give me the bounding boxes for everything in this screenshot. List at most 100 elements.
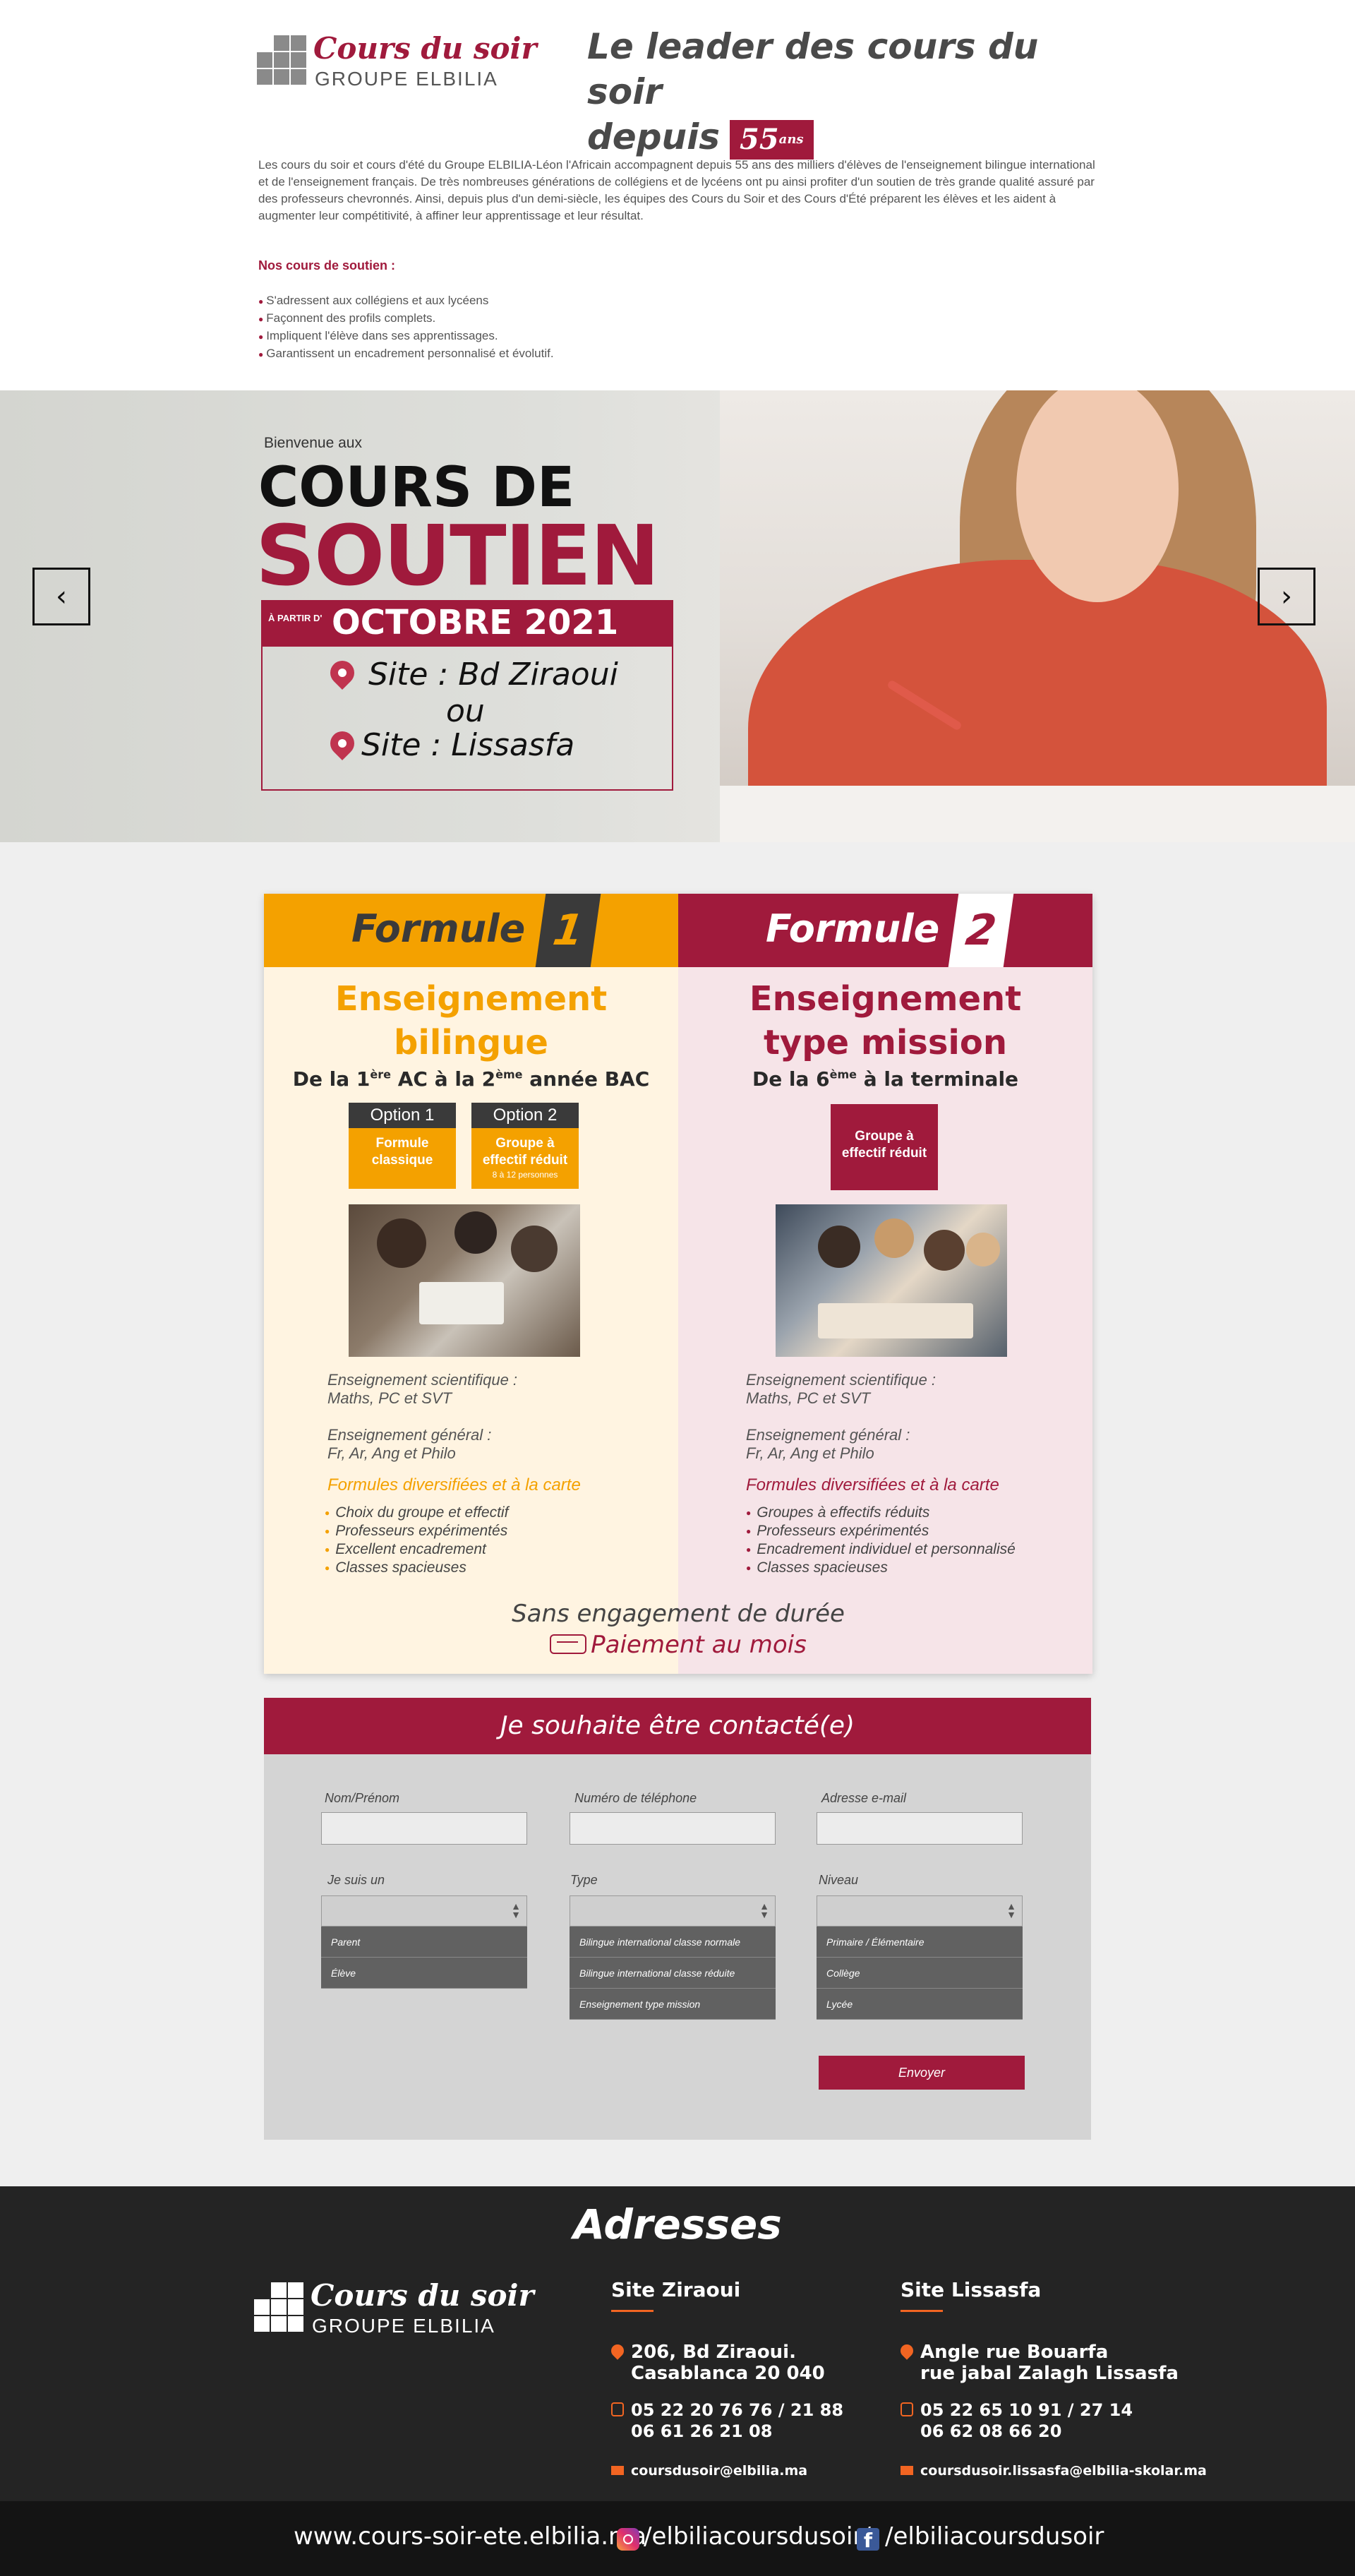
option-1-body-line: classique [371, 1153, 433, 1168]
contact-form-title: Je souhaite être contacté(e) [264, 1698, 1091, 1754]
name-input[interactable] [321, 1812, 527, 1845]
footer-bar: www.cours-soir-ete.elbilia.ma /elbiliaco… [0, 2501, 1355, 2576]
slider-prev-button[interactable]: ‹ [32, 568, 90, 625]
address-line: 206, Bd Ziraoui. [631, 2342, 796, 2363]
level-option-lycee[interactable]: Lycée [817, 1989, 1023, 2020]
option-1-card[interactable]: Option 1 Formule classique [349, 1103, 456, 1189]
site-ziraoui-phone[interactable]: 05 22 20 76 76 / 21 88 06 61 26 21 08 [611, 2400, 843, 2442]
sci-subjects: Maths, PC et SVT [327, 1389, 452, 1407]
formule-2-header: Formule 2 [678, 894, 1092, 967]
instagram-link[interactable]: /elbiliacoursdusoir/ [644, 2522, 871, 2551]
option-2-body-line: effectif réduit [482, 1153, 568, 1168]
email-input[interactable] [817, 1812, 1023, 1845]
site-lissasfa-phone[interactable]: 05 22 65 10 91 / 27 14 06 62 08 66 20 [901, 2400, 1133, 2442]
phone-input[interactable] [570, 1812, 776, 1845]
payment-label: Paiement au mois [591, 1631, 807, 1659]
role-select[interactable]: ▲ ▼ [321, 1895, 527, 1927]
levels-part: année BAC [522, 1067, 650, 1091]
website-link[interactable]: www.cours-soir-ete.elbilia.ma [294, 2522, 646, 2551]
option-1-body-line: Formule [375, 1136, 429, 1151]
phone-line: 05 22 65 10 91 / 27 14 [920, 2400, 1133, 2420]
level-option-college[interactable]: Collège [817, 1958, 1023, 1989]
years-badge: 55ans [730, 119, 814, 160]
site-divider [611, 2310, 654, 2312]
logo-subtitle: GROUPE ELBILIA [312, 2315, 495, 2337]
list-item: Garantissent un encadrement personnalisé… [258, 345, 553, 363]
hero-site-2: Site : Lissasfa [361, 727, 575, 763]
level-option-primaire[interactable]: Primaire / Élémentaire [817, 1927, 1023, 1958]
email-text: coursdusoir@elbilia.ma [631, 2463, 808, 2479]
option-2-label: Option 2 [471, 1103, 579, 1128]
intro-list-title: Nos cours de soutien : [258, 258, 396, 272]
levels-sup: ème [495, 1067, 523, 1082]
site-ziraoui-email[interactable]: coursdusoir@elbilia.ma [611, 2463, 807, 2479]
role-option-eleve[interactable]: Élève [321, 1958, 527, 1989]
type-option-mission[interactable]: Enseignement type mission [570, 1989, 776, 2020]
formule-2-title: Enseignement type mission [678, 977, 1092, 1065]
slider-next-button[interactable]: › [1258, 568, 1315, 625]
footer-logo[interactable]: Cours du soir GROUPE ELBILIA [253, 2278, 534, 2343]
address-line: Angle rue Bouarfa [920, 2342, 1109, 2363]
site-logo[interactable]: Cours du soir GROUPE ELBILIA [255, 31, 537, 96]
formule-1-column: Formule 1 Enseignement bilingue De la 1è… [264, 894, 678, 1674]
select-caret-icon: ▲ ▼ [1006, 1900, 1016, 1920]
type-option-normale[interactable]: Bilingue international classe normale [570, 1927, 776, 1958]
site-lissasfa-address: Angle rue Bouarfa rue jabal Zalagh Lissa… [898, 2342, 1179, 2384]
logo-subtitle: GROUPE ELBILIA [315, 68, 498, 90]
hero-slider [0, 390, 1355, 842]
formule-2-levels: De la 6ème à la terminale [678, 1067, 1092, 1091]
facebook-link[interactable]: /elbiliacoursdusoir [885, 2522, 1104, 2551]
email-label: Adresse e-mail [821, 1791, 907, 1805]
formule-1-title-line1: Enseignement [335, 979, 608, 1019]
hero-or: ou [446, 693, 485, 729]
role-option-parent[interactable]: Parent [321, 1927, 527, 1958]
instagram-icon[interactable] [617, 2528, 639, 2551]
facebook-icon[interactable]: f [857, 2528, 879, 2552]
option-2-body-line: Groupe à [495, 1136, 555, 1151]
site-lissasfa-email[interactable]: coursdusoir.lissasfa@elbilia-skolar.ma [901, 2463, 1207, 2479]
send-button[interactable]: Envoyer [819, 2056, 1025, 2090]
sci-label: Enseignement scientifique : [746, 1371, 937, 1389]
type-option-reduite[interactable]: Bilingue international classe réduite [570, 1958, 776, 1989]
hero-start-date: À PARTIR D' OCTOBRE 2021 [261, 600, 673, 645]
formule-2-benefits: Groupes à effectifs réduits Professeurs … [746, 1504, 1016, 1577]
select-caret-icon: ▲ ▼ [759, 1900, 769, 1920]
option-2-card[interactable]: Option 2 Groupe à effectif réduit 8 à 12 p… [471, 1103, 579, 1189]
hero-title-line2: SOUTIEN [255, 507, 660, 604]
years-number: 55 [740, 122, 779, 156]
formule-2-label: Formule [766, 906, 940, 951]
logo-squares-icon [253, 2282, 305, 2335]
formule-1-levels: De la 1ère AC à la 2ème année BAC [264, 1067, 678, 1091]
addresses-section: Adresses Cours du soir GROUPE ELBILIA Si… [0, 2186, 1355, 2501]
levels-part: AC à la 2 [391, 1067, 496, 1091]
site-divider [901, 2310, 943, 2312]
intro-section: Cours du soir GROUPE ELBILIA Le leader d… [0, 0, 1355, 390]
option-1-body: Formule classique [349, 1128, 456, 1189]
address-line: Casablanca 20 040 [631, 2363, 825, 2384]
hero-site-1: Site : Bd Ziraoui [368, 657, 618, 693]
gen-label: Enseignement général : [746, 1426, 910, 1444]
formules-card: Formule 1 Enseignement bilingue De la 1è… [264, 894, 1092, 1674]
name-label: Nom/Prénom [325, 1791, 400, 1805]
formule-2-column: Formule 2 Enseignement type mission De l… [678, 894, 1092, 1674]
option-1-label: Option 1 [349, 1103, 456, 1128]
formule-1-title: Enseignement bilingue [264, 977, 678, 1065]
levels-part: à la terminale [857, 1067, 1019, 1091]
formule-2-title-line1: Enseignement [749, 979, 1022, 1019]
type-select[interactable]: ▲ ▼ [570, 1895, 776, 1927]
list-item: Classes spacieuses [325, 1559, 508, 1577]
chevron-left-icon: ‹ [56, 580, 67, 613]
level-select[interactable]: ▲ ▼ [817, 1895, 1023, 1927]
engagement-text: Sans engagement de durée [512, 1600, 845, 1628]
email-text: coursdusoir.lissasfa@elbilia-skolar.ma [920, 2463, 1207, 2479]
map-pin-icon [898, 2342, 916, 2360]
formule-2-option-card[interactable]: Groupe à effectif réduit [831, 1104, 938, 1190]
date-month: OCTOBRE 2021 [332, 603, 619, 642]
formule-2-gen: Enseignement général : Fr, Ar, Ang et Ph… [746, 1426, 910, 1463]
hand-card-icon [550, 1634, 587, 1654]
list-item: Classes spacieuses [746, 1559, 1016, 1577]
phone-line: 06 61 26 21 08 [631, 2421, 773, 2441]
headline-line1: Le leader des cours du soir [587, 26, 1039, 112]
students-photo [349, 1204, 580, 1357]
list-item: Professeurs expérimentés [325, 1522, 508, 1540]
